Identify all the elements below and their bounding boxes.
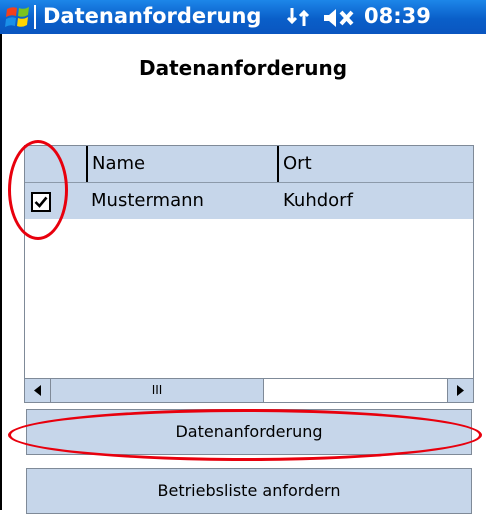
grid-header: Name Ort [25,146,473,183]
title-bar: Datenanforderung 08:39 [0,0,486,34]
table-row[interactable]: Mustermann Kuhdorf [25,183,473,219]
connectivity-icon[interactable] [286,5,312,29]
scrollbar-thumb[interactable]: III [51,379,264,402]
page-title: Datenanforderung [138,56,348,80]
data-grid[interactable]: Name Ort Mustermann Kuhdorf III [24,145,474,403]
scroll-right-icon[interactable] [447,379,473,402]
window-title: Datenanforderung [43,4,262,28]
clock[interactable]: 08:39 [364,2,431,30]
annotation-oval-button [8,409,482,461]
header-name[interactable]: Name [88,146,278,182]
header-ort[interactable]: Ort [279,146,473,182]
annotation-oval-checkbox [8,140,68,240]
cell-name: Mustermann [91,190,204,211]
scroll-left-icon[interactable] [25,379,51,402]
horizontal-scrollbar[interactable]: III [25,378,473,402]
volume-muted-icon[interactable] [322,6,360,30]
request-farm-list-button[interactable]: Betriebsliste anfordern [26,468,472,514]
cell-ort: Kuhdorf [283,190,353,211]
title-separator [34,5,36,29]
scrollbar-track[interactable] [264,379,447,402]
windows-logo-icon[interactable] [4,3,32,31]
window-border [0,34,2,510]
